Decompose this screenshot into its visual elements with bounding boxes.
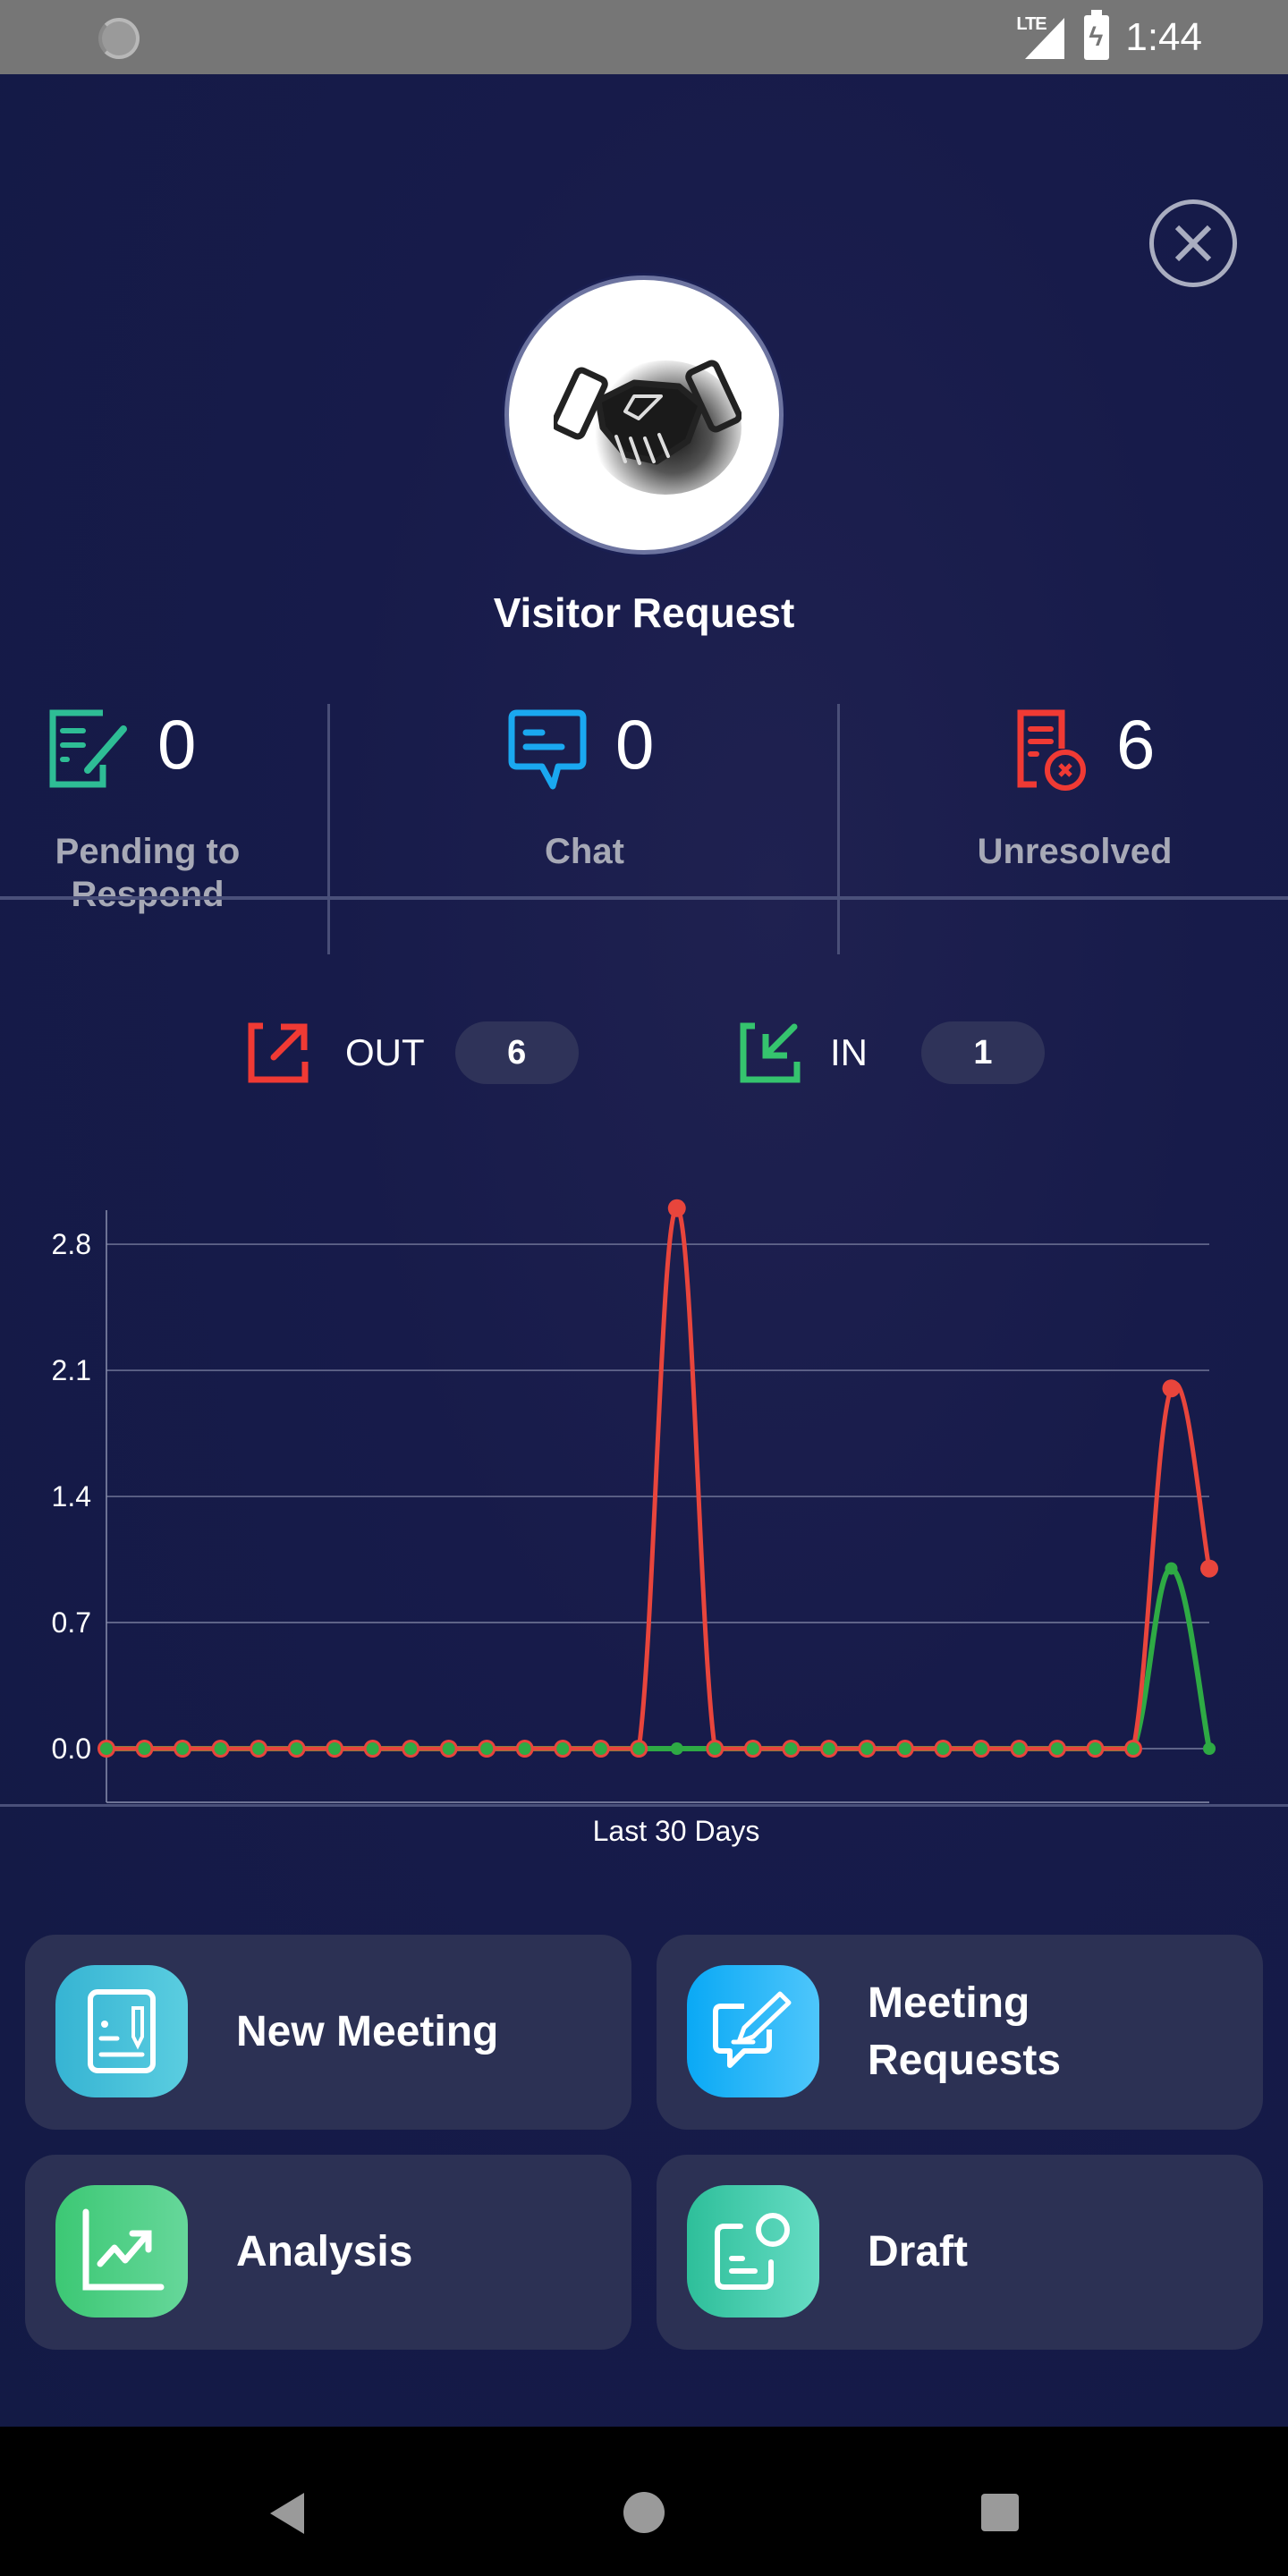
stat-label: Chat [545,832,624,871]
form-pen-icon [49,709,127,788]
data-point-in[interactable] [1050,1742,1063,1755]
back-button[interactable] [270,2493,304,2534]
battery-charging-icon: ϟ [1084,10,1110,60]
series-line-out [106,1206,1212,1751]
data-point-in[interactable] [366,1742,379,1755]
line-chart: 0.0 0.7 1.4 2.1 2.8 Last 30 Days [52,1199,1218,1847]
data-point-in[interactable] [404,1742,418,1755]
arrow-out-icon [248,1022,309,1083]
out-label: OUT [345,1031,425,1073]
data-point-in[interactable] [936,1742,950,1755]
series-line-in [106,1565,1212,1751]
data-point-in[interactable] [670,1742,683,1755]
data-point-in[interactable] [898,1742,911,1755]
data-point-in[interactable] [1089,1742,1102,1755]
data-point-in[interactable] [518,1742,531,1755]
navigation-bar [0,2427,1288,2576]
in-label: IN [830,1031,868,1073]
y-tick-label: 0.0 [52,1733,91,1765]
y-tick-label: 1.4 [52,1480,91,1513]
tile-label: Draft [868,2228,969,2275]
draft-button[interactable]: Draft [657,2155,1263,2350]
in-count-badge: 1 [921,1021,1045,1084]
handshake-icon [554,360,741,465]
data-point-in[interactable] [632,1742,646,1755]
stat-chat[interactable]: 0 Chat [330,691,839,946]
data-point-in[interactable] [1013,1742,1026,1755]
data-point-in[interactable] [290,1742,303,1755]
data-point-in[interactable] [328,1742,342,1755]
stat-unresolved[interactable]: 6 Unresolved [840,691,1288,946]
new-meeting-button[interactable]: New Meeting [25,1935,631,2130]
tile-label: New Meeting [236,2008,499,2055]
new-meeting-icon [55,1965,188,2097]
stat-value: 0 [157,705,197,784]
page-title: Visitor Request [493,589,795,636]
meeting-requests-icon [687,1965,819,2097]
x-axis-label: Last 30 Days [593,1815,760,1847]
stat-pending[interactable]: 0 Pending to Respond [0,691,329,946]
data-point-in[interactable] [100,1742,113,1755]
data-point-in[interactable] [746,1742,759,1755]
tile-label: Analysis [236,2228,413,2275]
data-point-out[interactable] [667,1199,686,1217]
data-point-in[interactable] [784,1742,798,1755]
network-type: LTE [1016,14,1046,34]
data-point-in[interactable] [138,1742,151,1755]
data-point-in[interactable] [1165,1562,1178,1575]
stats-row: 0 Pending to Respond 0 Chat 6 Unresolved [0,691,1288,954]
data-point-out[interactable] [1200,1559,1218,1578]
y-tick-label: 2.8 [52,1228,91,1260]
data-point-in[interactable] [442,1742,455,1755]
out-counter[interactable]: OUT 6 [247,1021,579,1085]
avatar [504,275,784,555]
data-point-in[interactable] [860,1742,874,1755]
stat-label: Unresolved [977,832,1173,871]
tile-label: Meeting Requests [868,1979,1062,2084]
data-point-in[interactable] [822,1742,835,1755]
activity-chart: 0.0 0.7 1.4 2.1 2.8 Last 30 Days [0,1174,1288,1872]
data-point-in[interactable] [974,1742,987,1755]
clock: 1:44 [1125,15,1202,59]
data-point-in[interactable] [556,1742,570,1755]
section-divider [0,896,1288,900]
arrow-in-icon [740,1022,801,1083]
out-count-badge: 6 [454,1021,579,1084]
sync-icon [98,18,140,59]
data-point-in[interactable] [176,1742,190,1755]
status-icons: LTE ϟ 1:44 [1016,10,1202,63]
lte-signal-icon: LTE [1016,13,1068,63]
home-button[interactable] [623,2492,665,2533]
analysis-button[interactable]: Analysis [25,2155,631,2350]
visitor-request-screen: Visitor Request 0 Pending to Respond 0 C… [0,74,1288,2427]
stat-label: Pending to Respond [55,832,241,914]
data-point-in[interactable] [252,1742,266,1755]
close-circle-icon [1174,225,1212,262]
in-counter[interactable]: IN 1 [739,1021,1045,1085]
data-point-in[interactable] [480,1742,494,1755]
y-tick-label: 0.7 [52,1606,91,1639]
status-bar: LTE ϟ 1:44 [0,0,1288,74]
data-point-in[interactable] [1126,1742,1140,1755]
meeting-requests-button[interactable]: Meeting Requests [657,1935,1263,2130]
draft-icon [687,2185,819,2318]
data-point-in[interactable] [1203,1742,1216,1755]
stat-value: 0 [615,705,655,784]
stat-value: 6 [1116,705,1156,784]
data-point-in[interactable] [214,1742,227,1755]
analysis-chart-icon [55,2185,188,2318]
chat-bubble-icon [508,709,587,790]
close-button[interactable] [1149,199,1237,287]
section-divider [0,1804,1288,1807]
document-error-icon [1017,709,1086,791]
recents-button[interactable] [981,2494,1019,2531]
data-point-in[interactable] [708,1742,722,1755]
data-point-in[interactable] [594,1742,607,1755]
y-tick-label: 2.1 [52,1354,91,1386]
data-point-out[interactable] [1162,1379,1181,1398]
